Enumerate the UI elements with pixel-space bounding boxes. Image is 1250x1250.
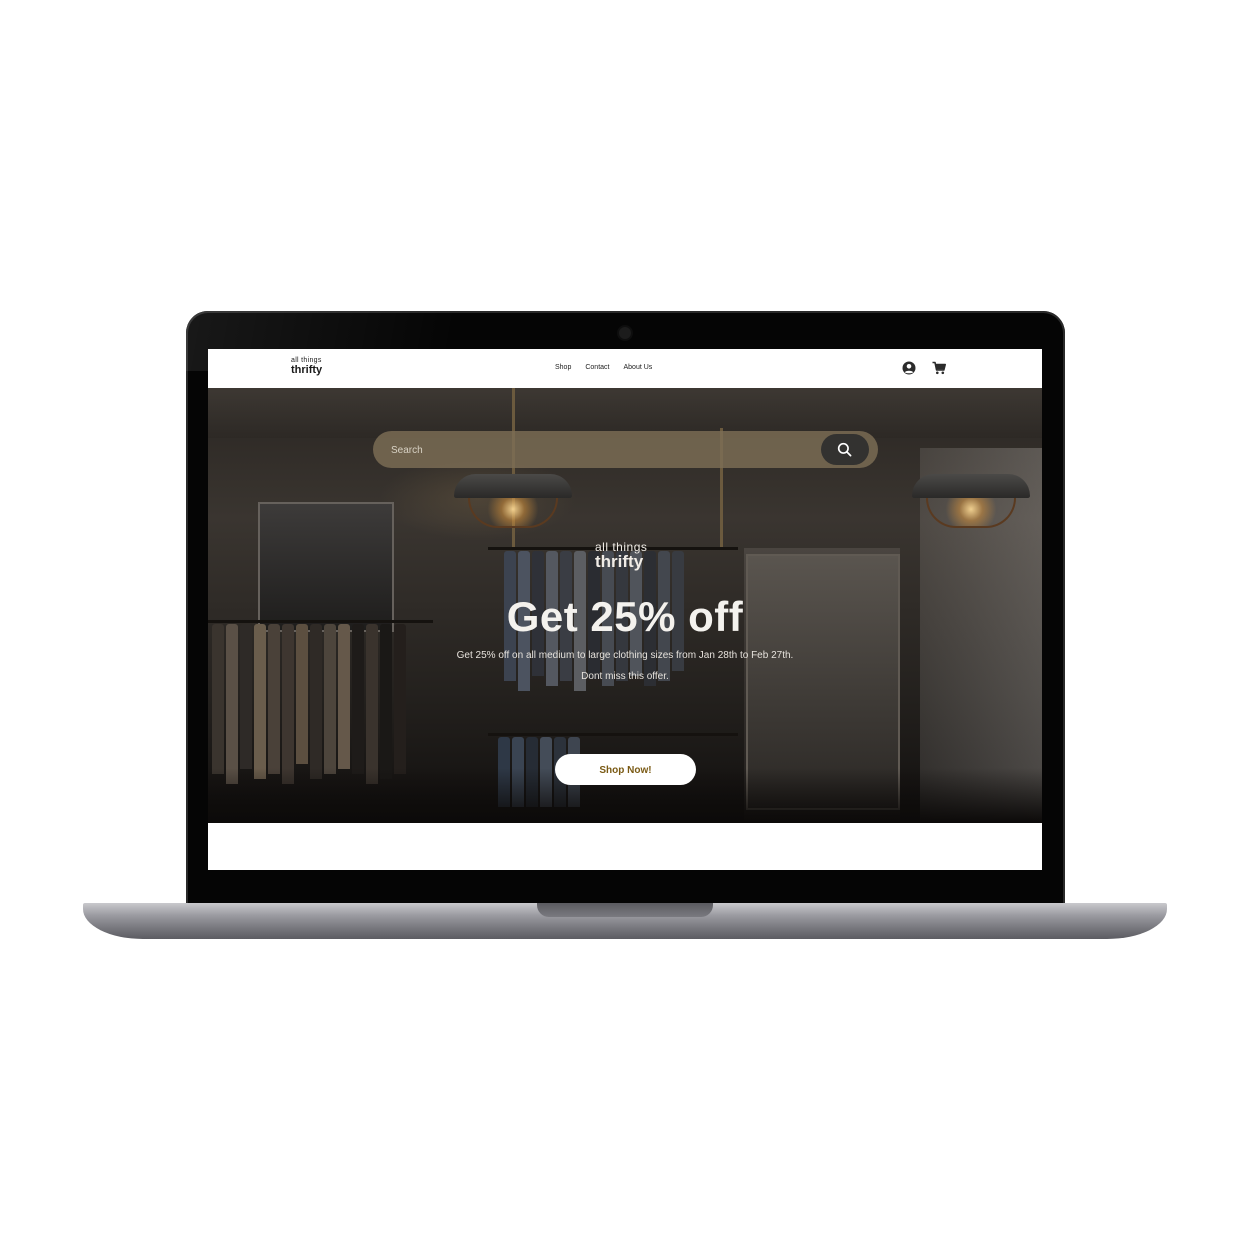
hero-clothing-rack	[488, 733, 738, 736]
hero-logo: all things thrifty	[595, 541, 647, 570]
hero-subtext: Get 25% off on all medium to large cloth…	[208, 645, 1042, 687]
top-nav: all things thrifty Shop Contact About Us	[208, 349, 1042, 389]
hero-logo-big-text: thrifty	[595, 552, 644, 571]
nav-link-shop[interactable]: Shop	[555, 364, 571, 371]
hero-banner: all things thrifty Get 25% off Get 25% o…	[208, 388, 1042, 823]
search-button[interactable]	[821, 434, 869, 465]
nav-link-contact[interactable]: Contact	[585, 364, 609, 371]
laptop-screen: all things thrifty Shop Contact About Us	[208, 349, 1042, 870]
cart-icon[interactable]	[931, 360, 947, 376]
shop-now-button[interactable]: Shop Now!	[555, 754, 696, 785]
webcam-icon	[619, 327, 631, 339]
user-icon[interactable]	[901, 360, 917, 376]
hero-subtext-line: Dont miss this offer.	[581, 671, 669, 682]
nav-icons	[901, 360, 947, 376]
hero-subtext-line: Get 25% off on all medium to large cloth…	[456, 650, 794, 661]
hero-headline: Get 25% off	[506, 593, 744, 640]
hero-lamp	[454, 474, 572, 528]
search-bar	[373, 431, 878, 468]
nav-link-about-us[interactable]: About Us	[623, 364, 652, 371]
logo-small-text: all things	[291, 357, 322, 364]
nav-links: Shop Contact About Us	[555, 364, 652, 371]
logo-big-text: thrifty	[291, 364, 323, 376]
search-input[interactable]	[389, 440, 813, 460]
search-icon	[837, 442, 852, 457]
hero-lamp	[912, 474, 1030, 528]
site-logo[interactable]: all things thrifty	[291, 357, 322, 376]
laptop-hinge-notch	[537, 903, 713, 917]
